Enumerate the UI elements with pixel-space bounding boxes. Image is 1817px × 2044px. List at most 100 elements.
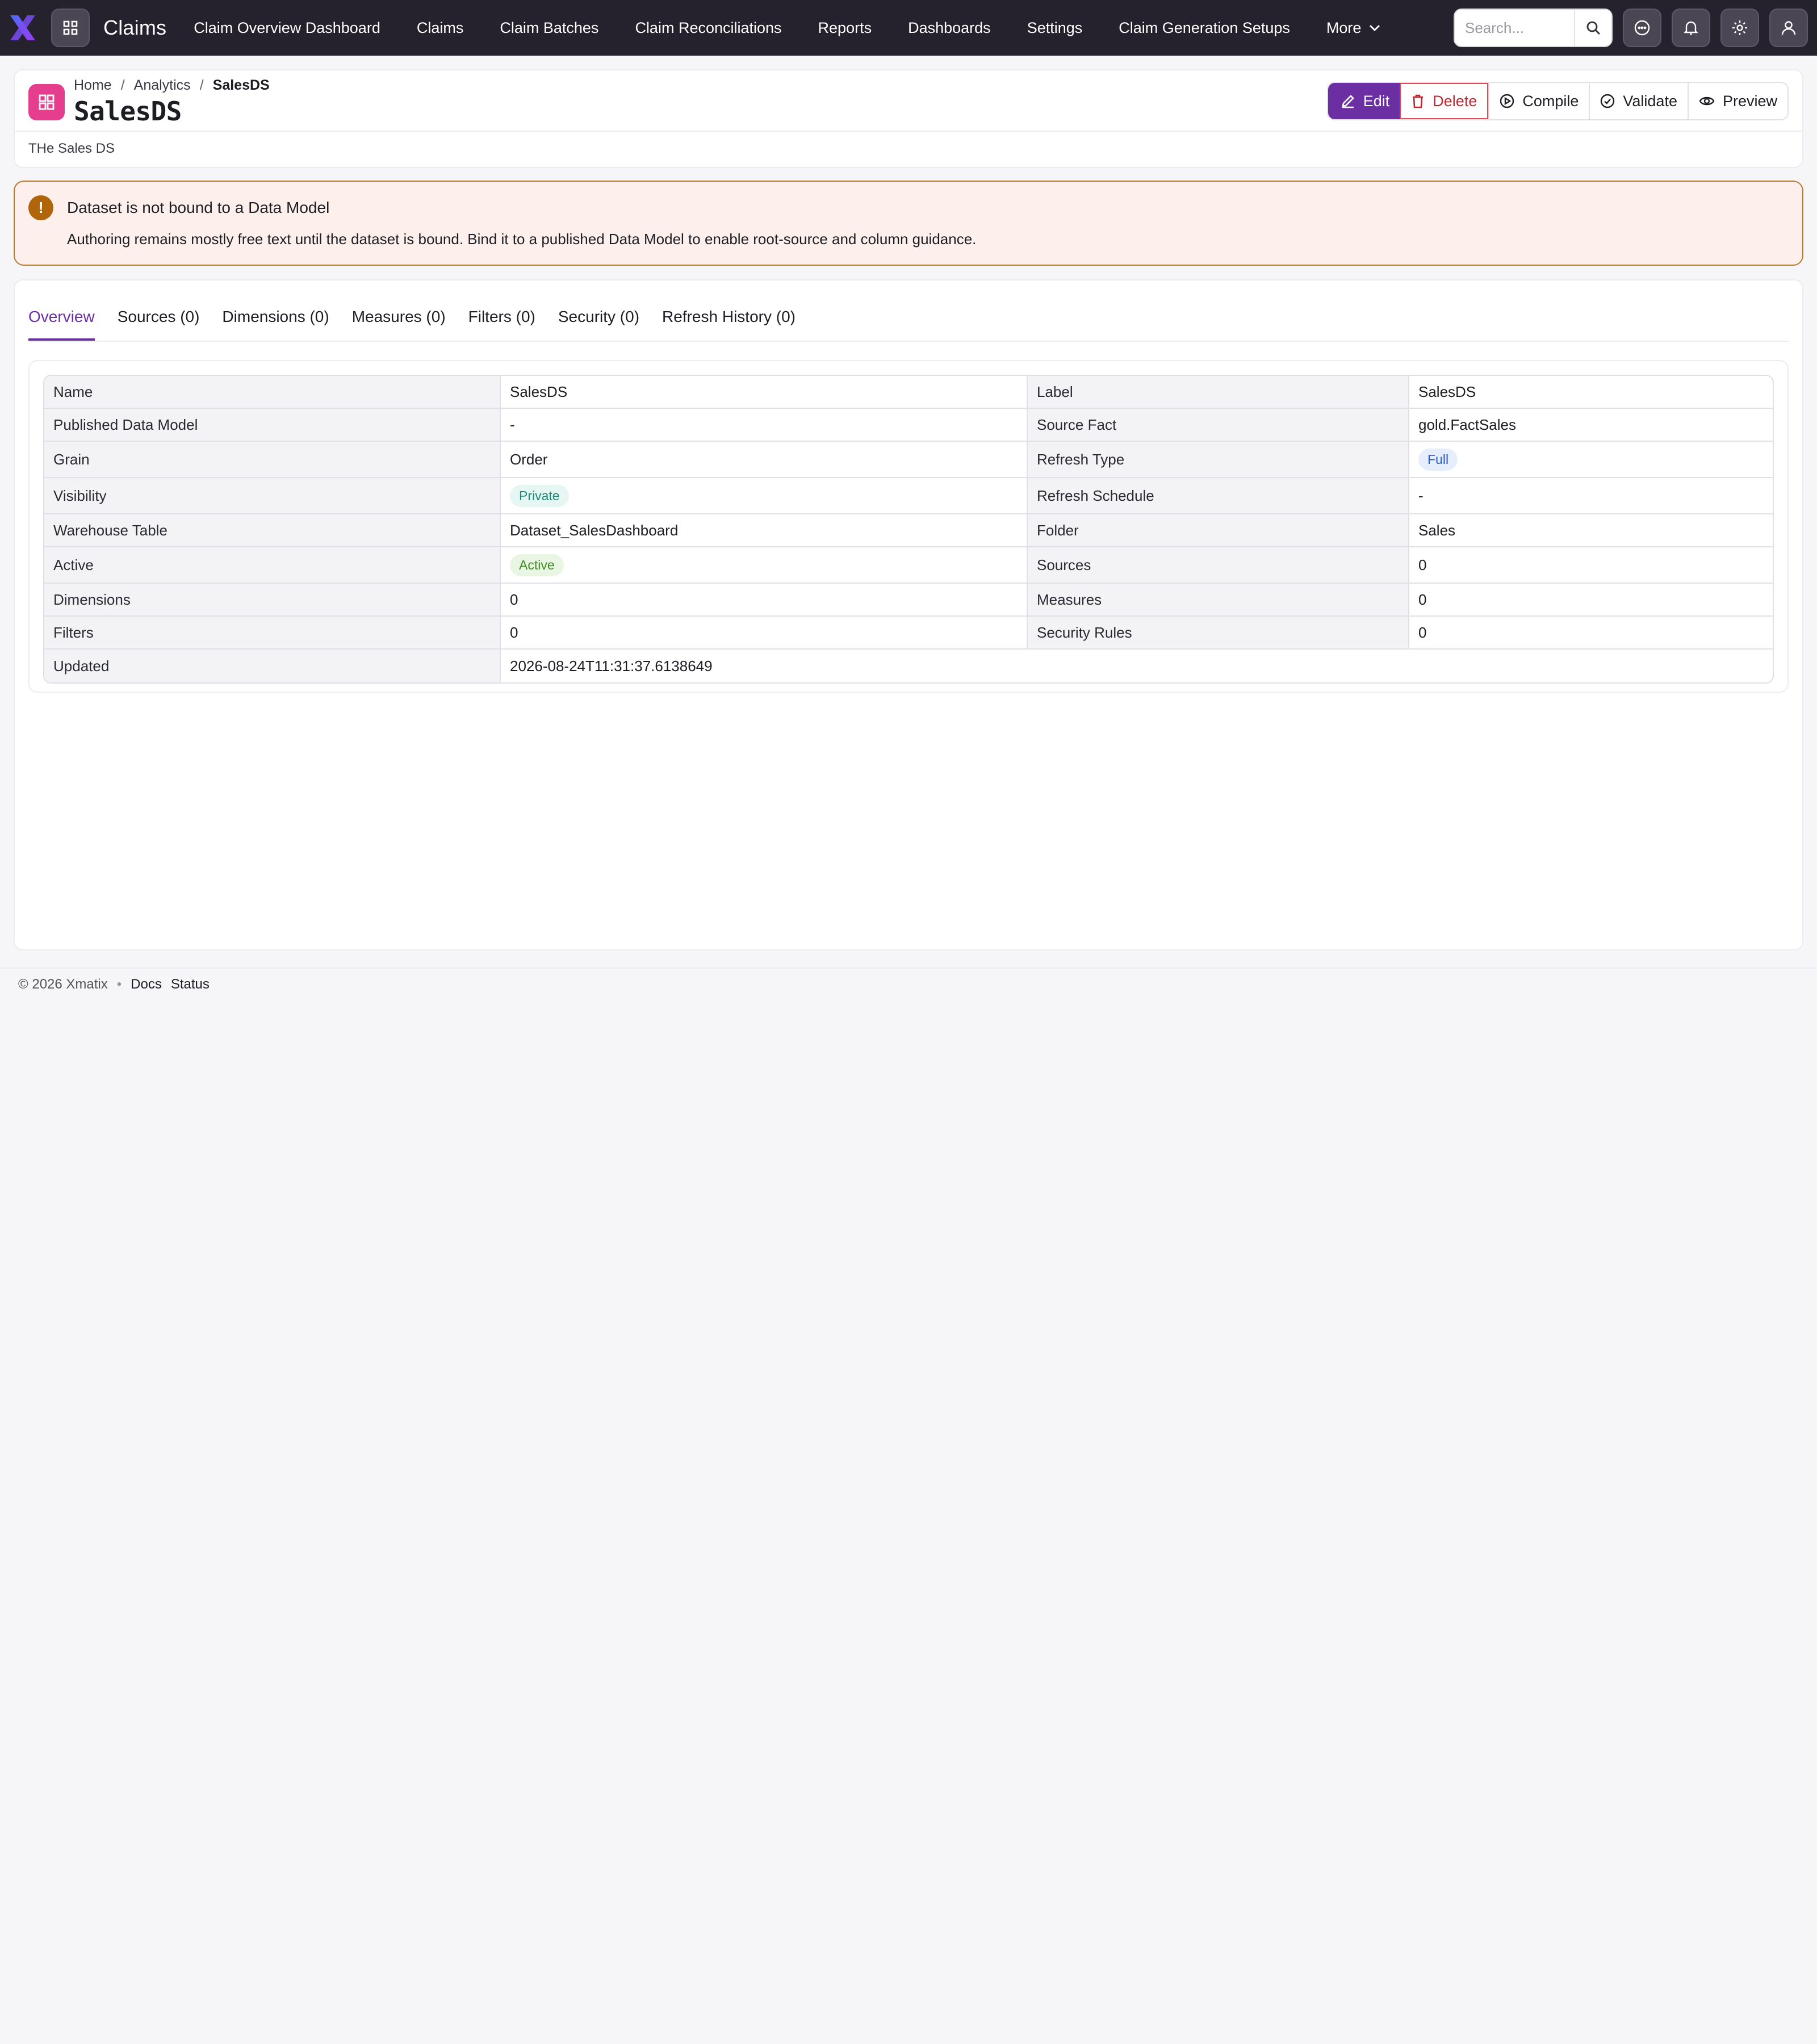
field-value: 2026-08-24T11:31:37.6138649 [510,657,713,675]
field-value: Active [501,547,1028,584]
check-circle-icon [1601,94,1615,108]
app-name[interactable]: Claims [103,16,166,40]
nav-more-label: More [1326,19,1362,36]
field-label: Label [1028,376,1409,409]
nav-more-dropdown[interactable]: More [1326,19,1382,37]
bell-icon [1684,21,1698,35]
footer-separator: • [116,977,122,992]
search-icon [1586,21,1600,35]
notifications-button[interactable] [1672,9,1710,47]
breadcrumb-home[interactable]: Home [74,77,112,94]
nav-reports[interactable]: Reports [818,19,872,37]
compile-label: Compile [1522,92,1579,110]
table-row: Active Active Sources 0 [44,547,1773,584]
nav-dashboards[interactable]: Dashboards [908,19,991,37]
page: Claims Claim Overview Dashboard Claims C… [0,0,1817,1022]
settings-button[interactable] [1720,9,1759,47]
title-block: Home / Analytics / SalesDS SalesDS [74,77,270,127]
footer-link-docs[interactable]: Docs [131,977,162,992]
field-label: Grain [44,442,501,478]
play-circle-icon [1500,94,1514,108]
search-button[interactable] [1574,10,1611,46]
breadcrumb-analytics[interactable]: Analytics [134,77,191,94]
field-label: Source Fact [1028,409,1409,442]
chat-icon [1634,20,1650,36]
table-row: Dimensions 0 Measures 0 [44,584,1773,617]
search-box [1454,9,1613,47]
field-value: - [501,409,1028,442]
chevron-down-icon [1370,25,1380,31]
action-toolbar: Edit Delete Compile Validate Preview [1326,82,1789,120]
nav-claim-generation-setups[interactable]: Claim Generation Setups [1119,19,1290,37]
table-row: Updated 2026-08-24T11:31:37.6138649 [44,650,1773,682]
validate-button[interactable]: Validate [1589,83,1688,119]
validate-label: Validate [1623,92,1677,110]
field-value: 0 [501,617,1028,650]
app-launcher-button[interactable] [51,9,90,47]
footer-link-status[interactable]: Status [171,977,210,992]
breadcrumb-current: SalesDS [212,77,270,93]
field-label: Name [44,376,501,409]
field-label: Updated [44,650,501,682]
tab-security[interactable]: Security (0) [558,308,639,341]
field-value: SalesDS [1409,376,1773,409]
gear-icon [1732,20,1747,35]
grid-icon [39,94,55,110]
field-value: gold.FactSales [1409,409,1773,442]
field-value: Order [501,442,1028,478]
grid-icon [63,20,78,35]
refresh-type-badge: Full [1418,448,1458,471]
tab-refresh-history[interactable]: Refresh History (0) [662,308,796,341]
table-row: Visibility Private Refresh Schedule - [44,478,1773,514]
nav-claim-overview-dashboard[interactable]: Claim Overview Dashboard [194,19,380,37]
search-input[interactable] [1455,10,1574,46]
delete-label: Delete [1433,92,1477,110]
table-row: Filters 0 Security Rules 0 [44,617,1773,650]
field-label: Published Data Model [44,409,501,442]
delete-button[interactable]: Delete [1400,83,1489,119]
dataset-icon [28,84,65,120]
field-label: Measures [1028,584,1409,617]
compile-button[interactable]: Compile [1488,83,1589,119]
tab-sources[interactable]: Sources (0) [118,308,200,341]
overview-panel: Name SalesDS Label SalesDS Published Dat… [28,360,1789,693]
details-table: Name SalesDS Label SalesDS Published Dat… [43,375,1774,684]
edit-button[interactable]: Edit [1328,83,1400,119]
tab-bar: Overview Sources (0) Dimensions (0) Meas… [28,280,1789,342]
table-row: Warehouse Table Dataset_SalesDashboard F… [44,514,1773,547]
tab-overview[interactable]: Overview [28,308,95,341]
warning-header: ! Dataset is not bound to a Data Model [28,195,1789,220]
top-navbar: Claims Claim Overview Dashboard Claims C… [0,0,1817,56]
field-label: Folder [1028,514,1409,547]
nav-claims[interactable]: Claims [417,19,464,37]
tab-dimensions[interactable]: Dimensions (0) [222,308,329,341]
field-value: SalesDS [501,376,1028,409]
table-row: Published Data Model - Source Fact gold.… [44,409,1773,442]
user-icon [1781,21,1796,35]
field-value: Dataset_SalesDashboard [501,514,1028,547]
footer: © 2026 Xmatix • Docs Status [0,967,1817,1022]
nav-claim-reconciliations[interactable]: Claim Reconciliations [635,19,781,37]
field-value: Full [1409,442,1773,478]
breadcrumb-separator: / [120,77,125,93]
preview-button[interactable]: Preview [1687,83,1787,119]
dataset-header-card: Home / Analytics / SalesDS SalesDS Edit … [14,69,1803,168]
xmatix-logo[interactable] [7,12,39,44]
field-label: Warehouse Table [44,514,501,547]
profile-button[interactable] [1769,9,1808,47]
field-value: Sales [1409,514,1773,547]
tab-measures[interactable]: Measures (0) [352,308,446,341]
tab-filters[interactable]: Filters (0) [468,308,535,341]
nav-settings[interactable]: Settings [1027,19,1083,37]
breadcrumb-separator: / [199,77,204,93]
active-status-badge: Active [510,554,564,576]
preview-label: Preview [1722,92,1777,110]
field-label: Dimensions [44,584,501,617]
field-label: Filters [44,617,501,650]
field-label: Refresh Schedule [1028,478,1409,514]
nav-claim-batches[interactable]: Claim Batches [500,19,598,37]
warning-title: Dataset is not bound to a Data Model [67,199,330,216]
exclamation-icon: ! [28,195,53,220]
chat-button[interactable] [1623,9,1661,47]
field-label: Active [44,547,501,584]
